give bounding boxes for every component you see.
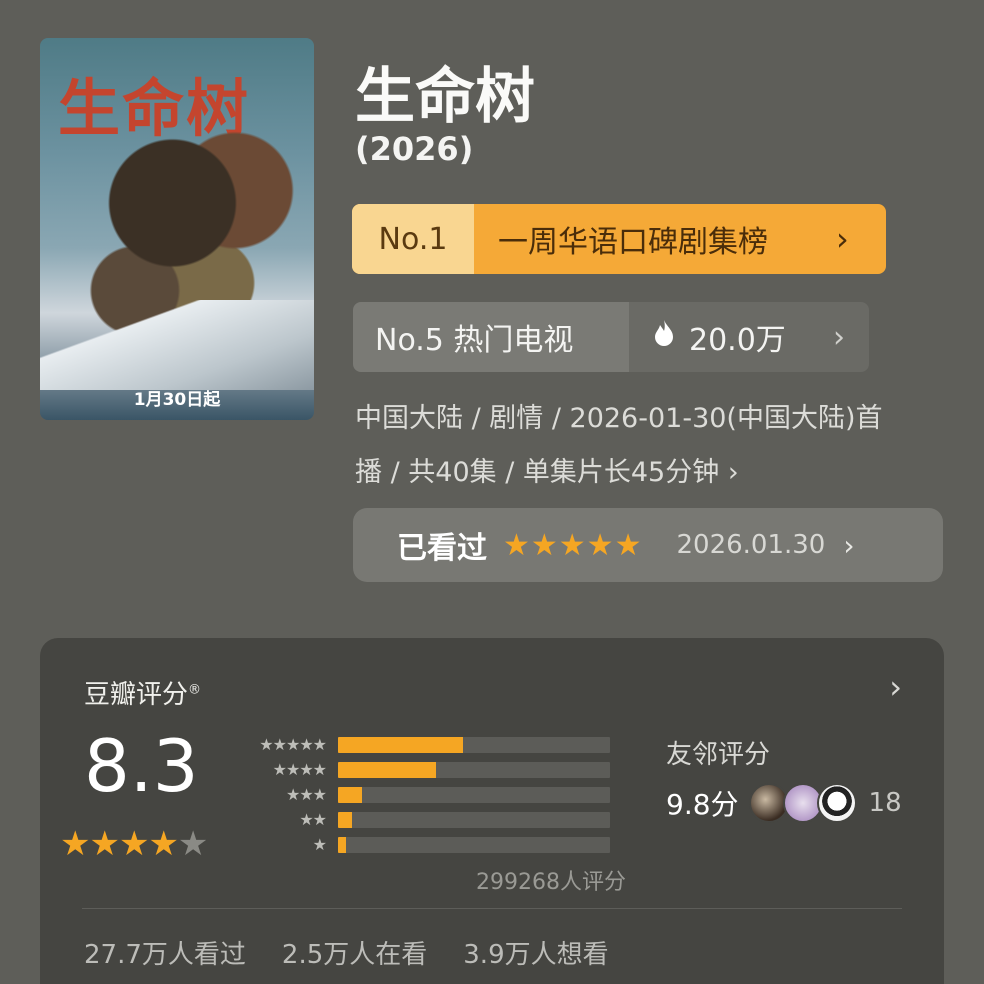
poster-image[interactable]: 生命树 1月30日起 — [40, 38, 314, 420]
stat-want[interactable]: 3.9万人想看 — [463, 934, 608, 971]
bar-track — [338, 811, 610, 828]
friend-avatars — [748, 783, 857, 823]
rating-stars: ★★★★★ — [60, 824, 208, 864]
chevron-right-icon: › — [836, 220, 849, 258]
bar-fill — [338, 811, 352, 828]
bar-stars-label: ★★ — [299, 810, 327, 829]
bar-track — [338, 736, 610, 753]
friends-count: 18 — [868, 788, 902, 818]
chevron-right-icon[interactable]: › — [889, 668, 902, 706]
bar-track — [338, 836, 610, 853]
watched-status-button[interactable]: 已看过 ★★★★★ 2026.01.30 › — [353, 508, 943, 582]
bar-fill — [338, 736, 464, 753]
friends-rating[interactable]: 友邻评分 9.8分 18 — [666, 734, 902, 823]
bar-stars-label: ★★★★ — [272, 760, 327, 779]
chevron-right-icon: › — [843, 528, 855, 562]
rank-label: 一周华语口碑剧集榜 — [498, 225, 768, 260]
friends-rating-label: 友邻评分 — [666, 740, 771, 770]
rating-score: 8.3 — [84, 724, 199, 808]
bar-stars-label: ★★★★★ — [259, 735, 327, 754]
rating-heading: 豆瓣评分® — [84, 680, 202, 710]
rating-distribution: ★★★★★ ★★★★ ★★★ ★★ ★ 299268人评分 — [242, 732, 626, 895]
rating-count: 299268人评分 — [476, 870, 626, 895]
rating-bar-row: ★★★★ — [242, 757, 610, 782]
heat-value: 20.0万 — [689, 323, 786, 358]
rating-bar-row: ★ — [242, 832, 610, 857]
rank-badge-weekly[interactable]: No.1 一周华语口碑剧集榜 › — [352, 204, 886, 274]
rating-bar-row: ★★ — [242, 807, 610, 832]
rank-badge-hot[interactable]: No.5 热门电视 20.0万 › — [353, 302, 869, 372]
douban-rating-card[interactable]: 豆瓣评分® › 8.3 ★★★★★ ★★★★★ ★★★★ ★★★ ★★ ★ 29… — [40, 638, 944, 984]
bar-track — [338, 761, 610, 778]
rating-bar-row: ★★★ — [242, 782, 610, 807]
show-meta[interactable]: 中国大陆 / 剧情 / 2026-01-30(中国大陆)首 播 / 共40集 /… — [355, 392, 955, 500]
poster-date: 1月30日起 — [133, 390, 221, 410]
meta-line: 播 / 共40集 / 单集片长45分钟 › — [355, 457, 739, 488]
flame-icon — [653, 319, 675, 355]
my-rating-stars: ★★★★★ — [503, 527, 643, 563]
audience-stats: 27.7万人看过 2.5万人在看 3.9万人想看 — [84, 934, 609, 971]
poster-mountain — [40, 300, 314, 390]
friends-score: 9.8分 — [666, 788, 739, 821]
stat-watched[interactable]: 27.7万人看过 — [84, 934, 246, 971]
bar-stars-label: ★★★ — [285, 785, 327, 804]
chevron-right-icon: › — [833, 319, 845, 355]
watched-label: 已看过 — [397, 531, 487, 566]
rating-bar-row: ★★★★★ — [242, 732, 610, 757]
rank-number: No.1 — [352, 204, 474, 274]
avatar — [816, 783, 857, 823]
divider — [82, 908, 902, 909]
bar-fill — [338, 786, 363, 803]
friends-rating-row: 9.8分 18 — [666, 783, 902, 823]
watched-date: 2026.01.30 — [676, 530, 826, 560]
show-year: (2026) — [355, 130, 474, 168]
bar-fill — [338, 836, 347, 853]
stat-watching[interactable]: 2.5万人在看 — [282, 934, 427, 971]
bar-fill — [338, 761, 436, 778]
heat-section: 20.0万 › — [629, 302, 869, 372]
hot-rank-label: No.5 热门电视 — [353, 302, 629, 372]
bar-track — [338, 786, 610, 803]
show-title: 生命树 — [355, 62, 535, 132]
meta-line: 中国大陆 / 剧情 / 2026-01-30(中国大陆)首 — [355, 403, 883, 434]
bar-stars-label: ★ — [312, 835, 327, 854]
